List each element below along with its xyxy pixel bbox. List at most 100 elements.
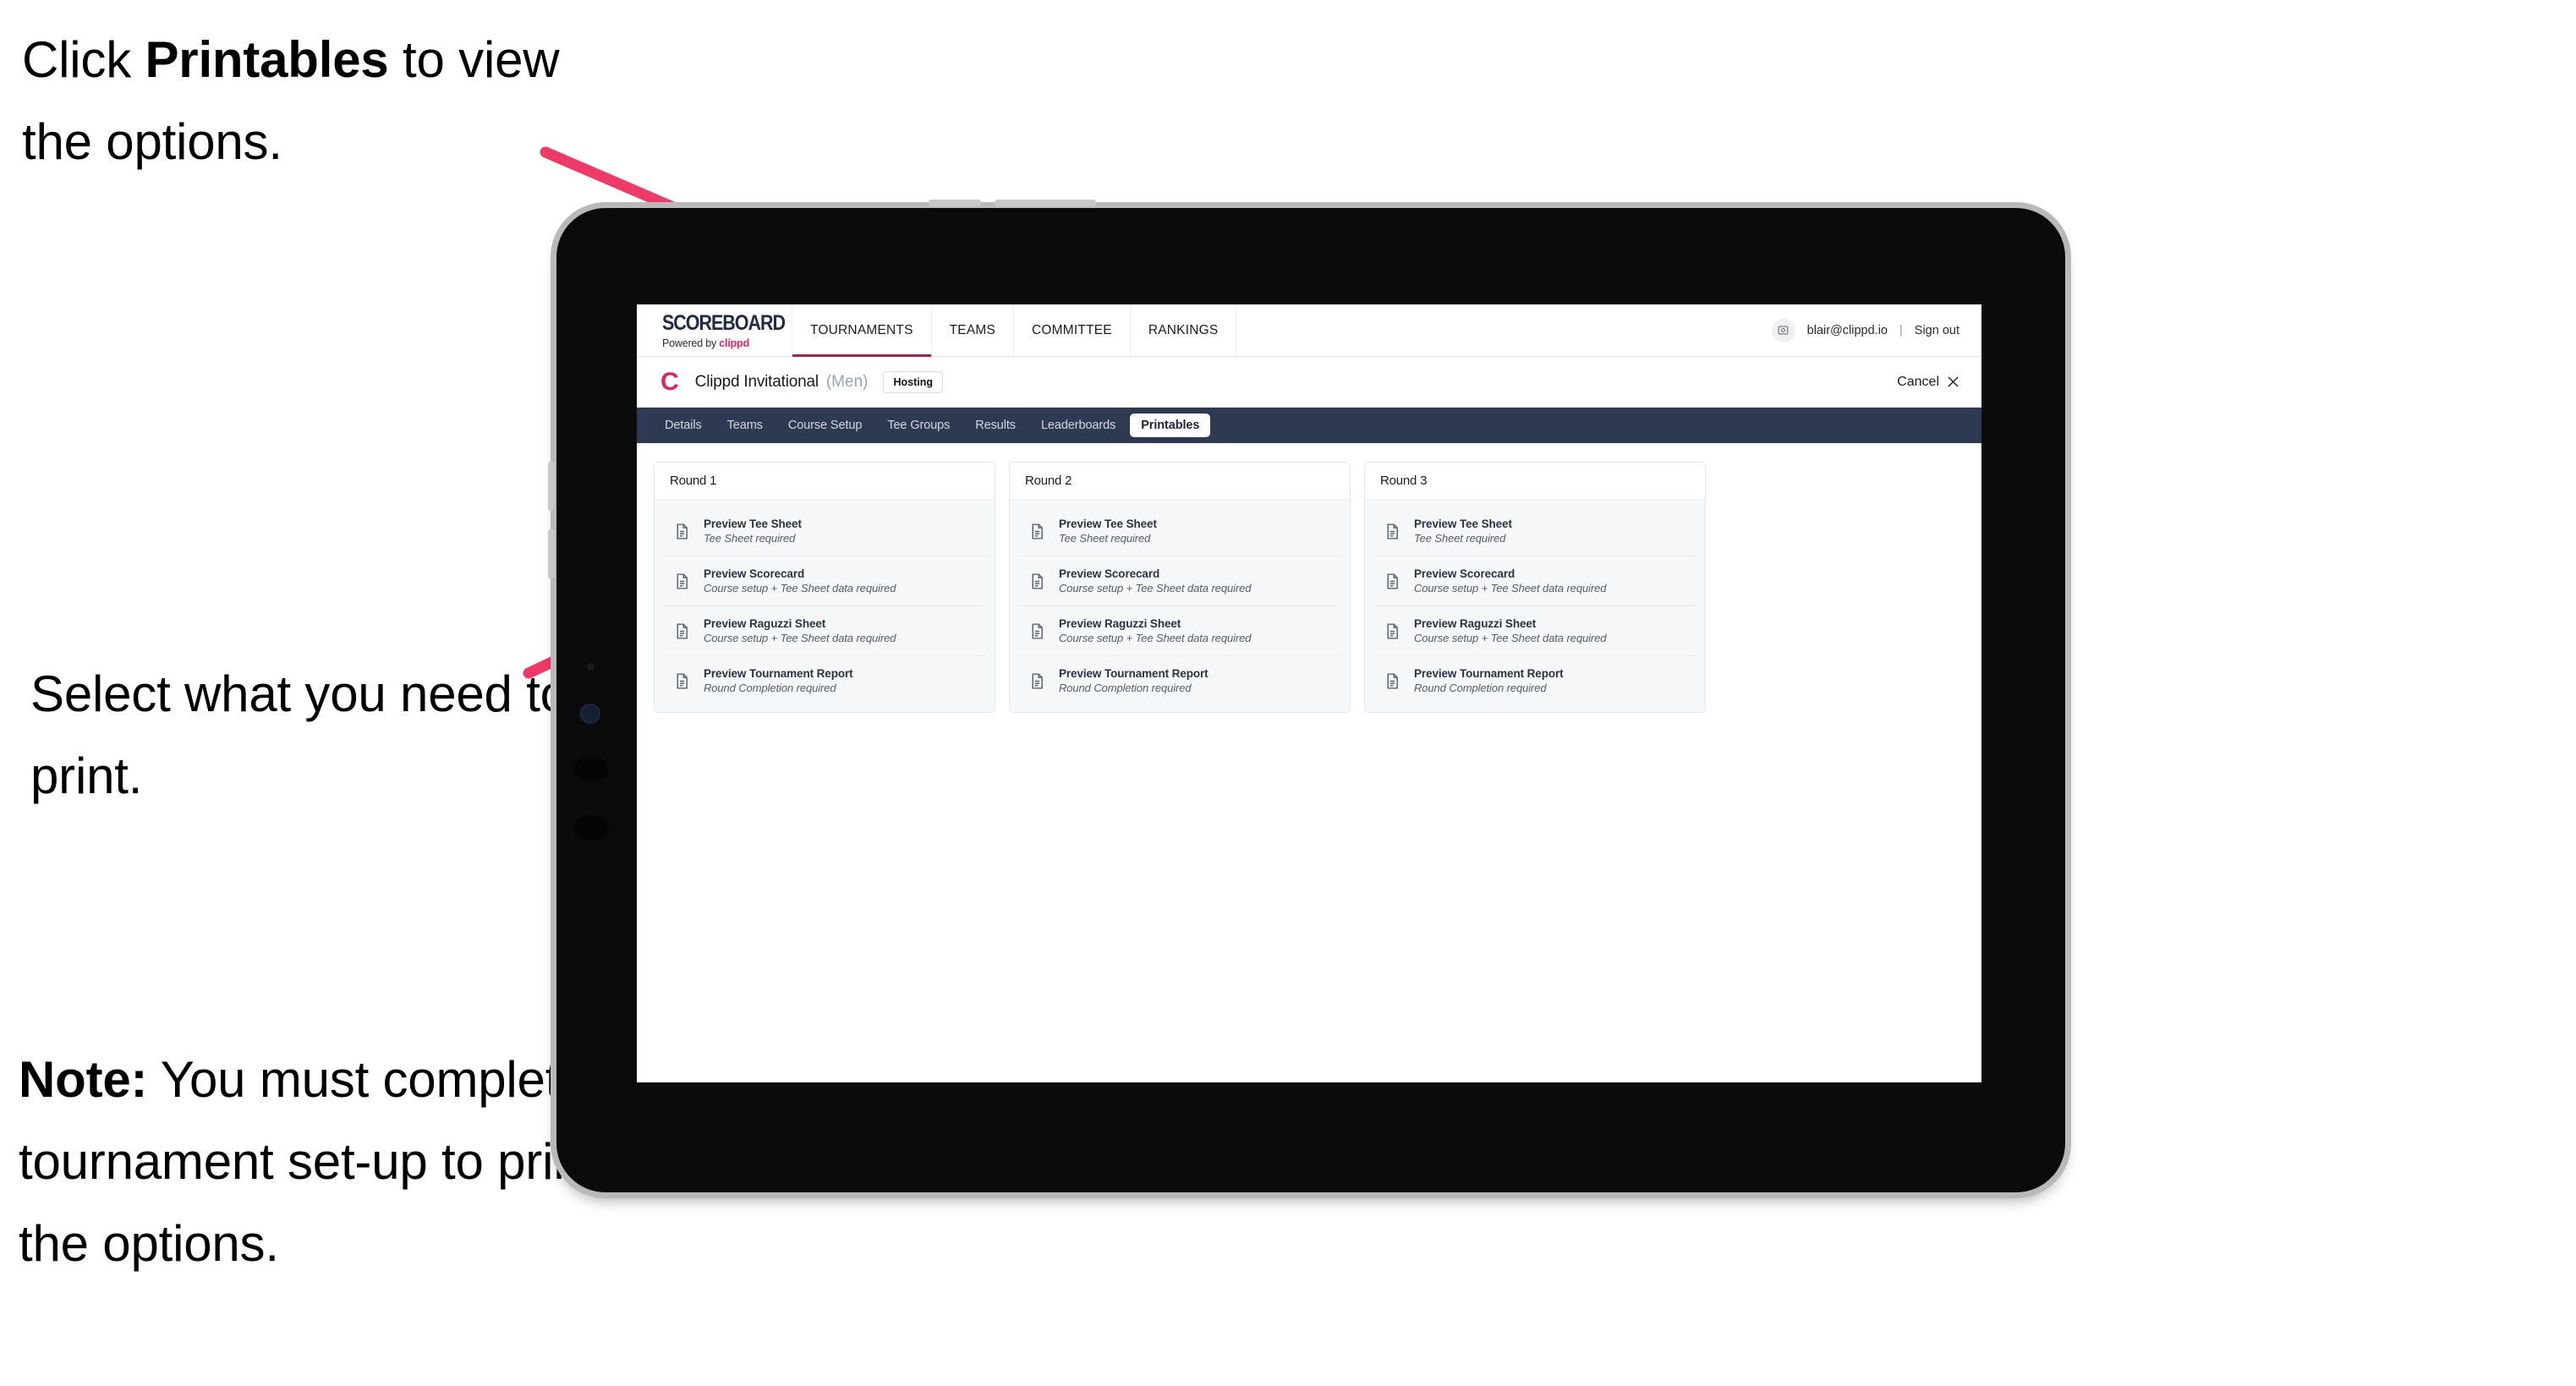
brand-tagline-clippd: clippd xyxy=(719,337,749,349)
account-area: blair@clippd.io | Sign out xyxy=(1771,304,1981,356)
user-avatar-icon[interactable] xyxy=(1771,318,1795,342)
document-icon xyxy=(673,672,691,690)
round-card-2: Round 2 Preview Tee Sheet Tee Sheet requ… xyxy=(1009,462,1351,713)
printable-requirement: Tee Sheet required xyxy=(1059,532,1151,545)
nav-item-rankings[interactable]: RANKINGS xyxy=(1131,304,1237,356)
printable-title: Preview Scorecard xyxy=(1059,567,1160,580)
brand-tagline: Powered by clippd xyxy=(662,337,792,349)
nav-label-tournaments: TOURNAMENTS xyxy=(810,322,913,337)
printable-title: Preview Tee Sheet xyxy=(704,518,802,530)
document-icon xyxy=(1028,523,1046,540)
printable-requirement: Round Completion required xyxy=(704,682,836,694)
nav-item-committee[interactable]: COMMITTEE xyxy=(1014,304,1131,356)
speaker-grille-upper xyxy=(573,756,609,781)
brand-name: SCOREBOARD xyxy=(662,311,786,335)
printable-requirement: Course setup + Tee Sheet data required xyxy=(1059,582,1252,594)
tournament-gender: (Men) xyxy=(825,372,869,391)
status-badge-hosting[interactable]: Hosting xyxy=(883,370,944,393)
printable-requirement: Tee Sheet required xyxy=(1414,532,1506,545)
document-icon xyxy=(673,622,691,640)
annotation-click-printables: Click Printables to view the options. xyxy=(22,19,597,183)
document-icon xyxy=(1384,572,1401,590)
document-icon xyxy=(1384,523,1401,540)
printable-item-tournament-report-r1[interactable]: Preview Tournament Report Round Completi… xyxy=(663,656,986,705)
printable-item-raguzzi-sheet-r2[interactable]: Preview Raguzzi Sheet Course setup + Tee… xyxy=(1018,606,1341,656)
printable-title: Preview Scorecard xyxy=(704,567,805,580)
annotation-top-pre: Click xyxy=(22,31,145,88)
side-button-upper[interactable] xyxy=(548,462,555,511)
round-card-3: Round 3 Preview Tee Sheet Tee Sheet requ… xyxy=(1364,462,1706,713)
annotation-select-what-to-print: Select what you need to print. xyxy=(30,653,572,817)
tab-teams[interactable]: Teams xyxy=(716,414,774,437)
power-button[interactable] xyxy=(929,200,981,206)
document-icon xyxy=(1384,672,1401,690)
nav-label-committee: COMMITTEE xyxy=(1032,322,1112,337)
volume-button[interactable] xyxy=(995,200,1096,206)
printable-requirement: Course setup + Tee Sheet data required xyxy=(1414,632,1607,644)
account-email: blair@clippd.io xyxy=(1806,323,1888,337)
screenshot-stage: Click Printables to view the options. Se… xyxy=(0,0,2576,1386)
account-separator: | xyxy=(1899,323,1903,337)
printable-title: Preview Tournament Report xyxy=(1059,667,1209,680)
printable-requirement: Course setup + Tee Sheet data required xyxy=(1059,632,1252,644)
printable-item-scorecard-r1[interactable]: Preview Scorecard Course setup + Tee She… xyxy=(663,556,986,606)
printable-requirement: Course setup + Tee Sheet data required xyxy=(704,632,896,644)
annotation-top-bold: Printables xyxy=(145,31,389,88)
tab-leaderboards[interactable]: Leaderboards xyxy=(1030,414,1126,437)
tournament-tab-strip: Details Teams Course Setup Tee Groups Re… xyxy=(637,408,1981,443)
speaker-grille-lower xyxy=(573,815,609,841)
round-1-items: Preview Tee Sheet Tee Sheet required Pre… xyxy=(655,500,995,712)
round-2-title: Round 2 xyxy=(1010,463,1350,500)
document-icon xyxy=(1028,672,1046,690)
sign-out-link[interactable]: Sign out xyxy=(1915,324,1959,337)
printable-item-tee-sheet-r1[interactable]: Preview Tee Sheet Tee Sheet required xyxy=(663,507,986,556)
printable-item-raguzzi-sheet-r3[interactable]: Preview Raguzzi Sheet Course setup + Tee… xyxy=(1373,606,1696,656)
printable-item-scorecard-r2[interactable]: Preview Scorecard Course setup + Tee She… xyxy=(1018,556,1341,606)
scoreboard-logo[interactable]: SCOREBOARD Powered by clippd xyxy=(637,304,792,356)
nav-item-tournaments[interactable]: TOURNAMENTS xyxy=(792,304,932,357)
document-icon xyxy=(1028,622,1046,640)
clippd-logo-icon: C xyxy=(660,367,679,396)
printable-item-tee-sheet-r3[interactable]: Preview Tee Sheet Tee Sheet required xyxy=(1373,507,1696,556)
annotation-note-bold: Note: xyxy=(19,1051,148,1108)
printable-item-raguzzi-sheet-r1[interactable]: Preview Raguzzi Sheet Course setup + Tee… xyxy=(663,606,986,656)
printable-requirement: Round Completion required xyxy=(1059,682,1192,694)
brand-tagline-prefix: Powered by xyxy=(662,337,720,349)
cancel-label: Cancel xyxy=(1897,374,1939,389)
printable-item-tournament-report-r2[interactable]: Preview Tournament Report Round Completi… xyxy=(1018,656,1341,705)
tab-tee-groups[interactable]: Tee Groups xyxy=(876,414,961,437)
printable-item-tournament-report-r3[interactable]: Preview Tournament Report Round Completi… xyxy=(1373,656,1696,705)
printable-item-scorecard-r3[interactable]: Preview Scorecard Course setup + Tee She… xyxy=(1373,556,1696,606)
printable-title: Preview Scorecard xyxy=(1414,567,1515,580)
round-3-title: Round 3 xyxy=(1365,463,1705,500)
printable-title: Preview Raguzzi Sheet xyxy=(704,617,826,630)
tournament-header: C Clippd Invitational (Men) Hosting Canc… xyxy=(637,357,1981,408)
nav-label-rankings: RANKINGS xyxy=(1148,322,1219,337)
printable-title: Preview Tee Sheet xyxy=(1414,518,1512,530)
round-1-title: Round 1 xyxy=(655,463,995,500)
printable-requirement: Course setup + Tee Sheet data required xyxy=(1414,582,1607,594)
tab-details[interactable]: Details xyxy=(654,414,713,437)
tab-results[interactable]: Results xyxy=(964,414,1027,437)
tab-printables[interactable]: Printables xyxy=(1130,414,1211,437)
nav-label-teams: TEAMS xyxy=(949,322,996,337)
app-top-bar: SCOREBOARD Powered by clippd TOURNAMENTS… xyxy=(637,304,1981,357)
printable-title: Preview Raguzzi Sheet xyxy=(1059,617,1181,630)
printable-title: Preview Tournament Report xyxy=(1414,667,1564,680)
document-icon xyxy=(1384,622,1401,640)
tablet-device: SCOREBOARD Powered by clippd TOURNAMENTS… xyxy=(548,200,2065,1192)
document-icon xyxy=(673,572,691,590)
printable-item-tee-sheet-r2[interactable]: Preview Tee Sheet Tee Sheet required xyxy=(1018,507,1341,556)
printable-requirement: Tee Sheet required xyxy=(704,532,796,545)
printable-title: Preview Raguzzi Sheet xyxy=(1414,617,1537,630)
cancel-button[interactable]: Cancel xyxy=(1897,375,1959,390)
nav-item-teams[interactable]: TEAMS xyxy=(932,304,1015,356)
tab-course-setup[interactable]: Course Setup xyxy=(777,414,873,437)
printables-content: Round 1 Preview Tee Sheet Tee Sheet requ… xyxy=(637,443,1981,731)
tournament-name: Clippd Invitational xyxy=(694,372,819,391)
side-button-lower[interactable] xyxy=(548,529,555,578)
round-card-1: Round 1 Preview Tee Sheet Tee Sheet requ… xyxy=(654,462,995,713)
printable-requirement: Course setup + Tee Sheet data required xyxy=(704,582,896,594)
annotation-middle-text: Select what you need to print. xyxy=(30,666,568,804)
printable-requirement: Round Completion required xyxy=(1414,682,1547,694)
